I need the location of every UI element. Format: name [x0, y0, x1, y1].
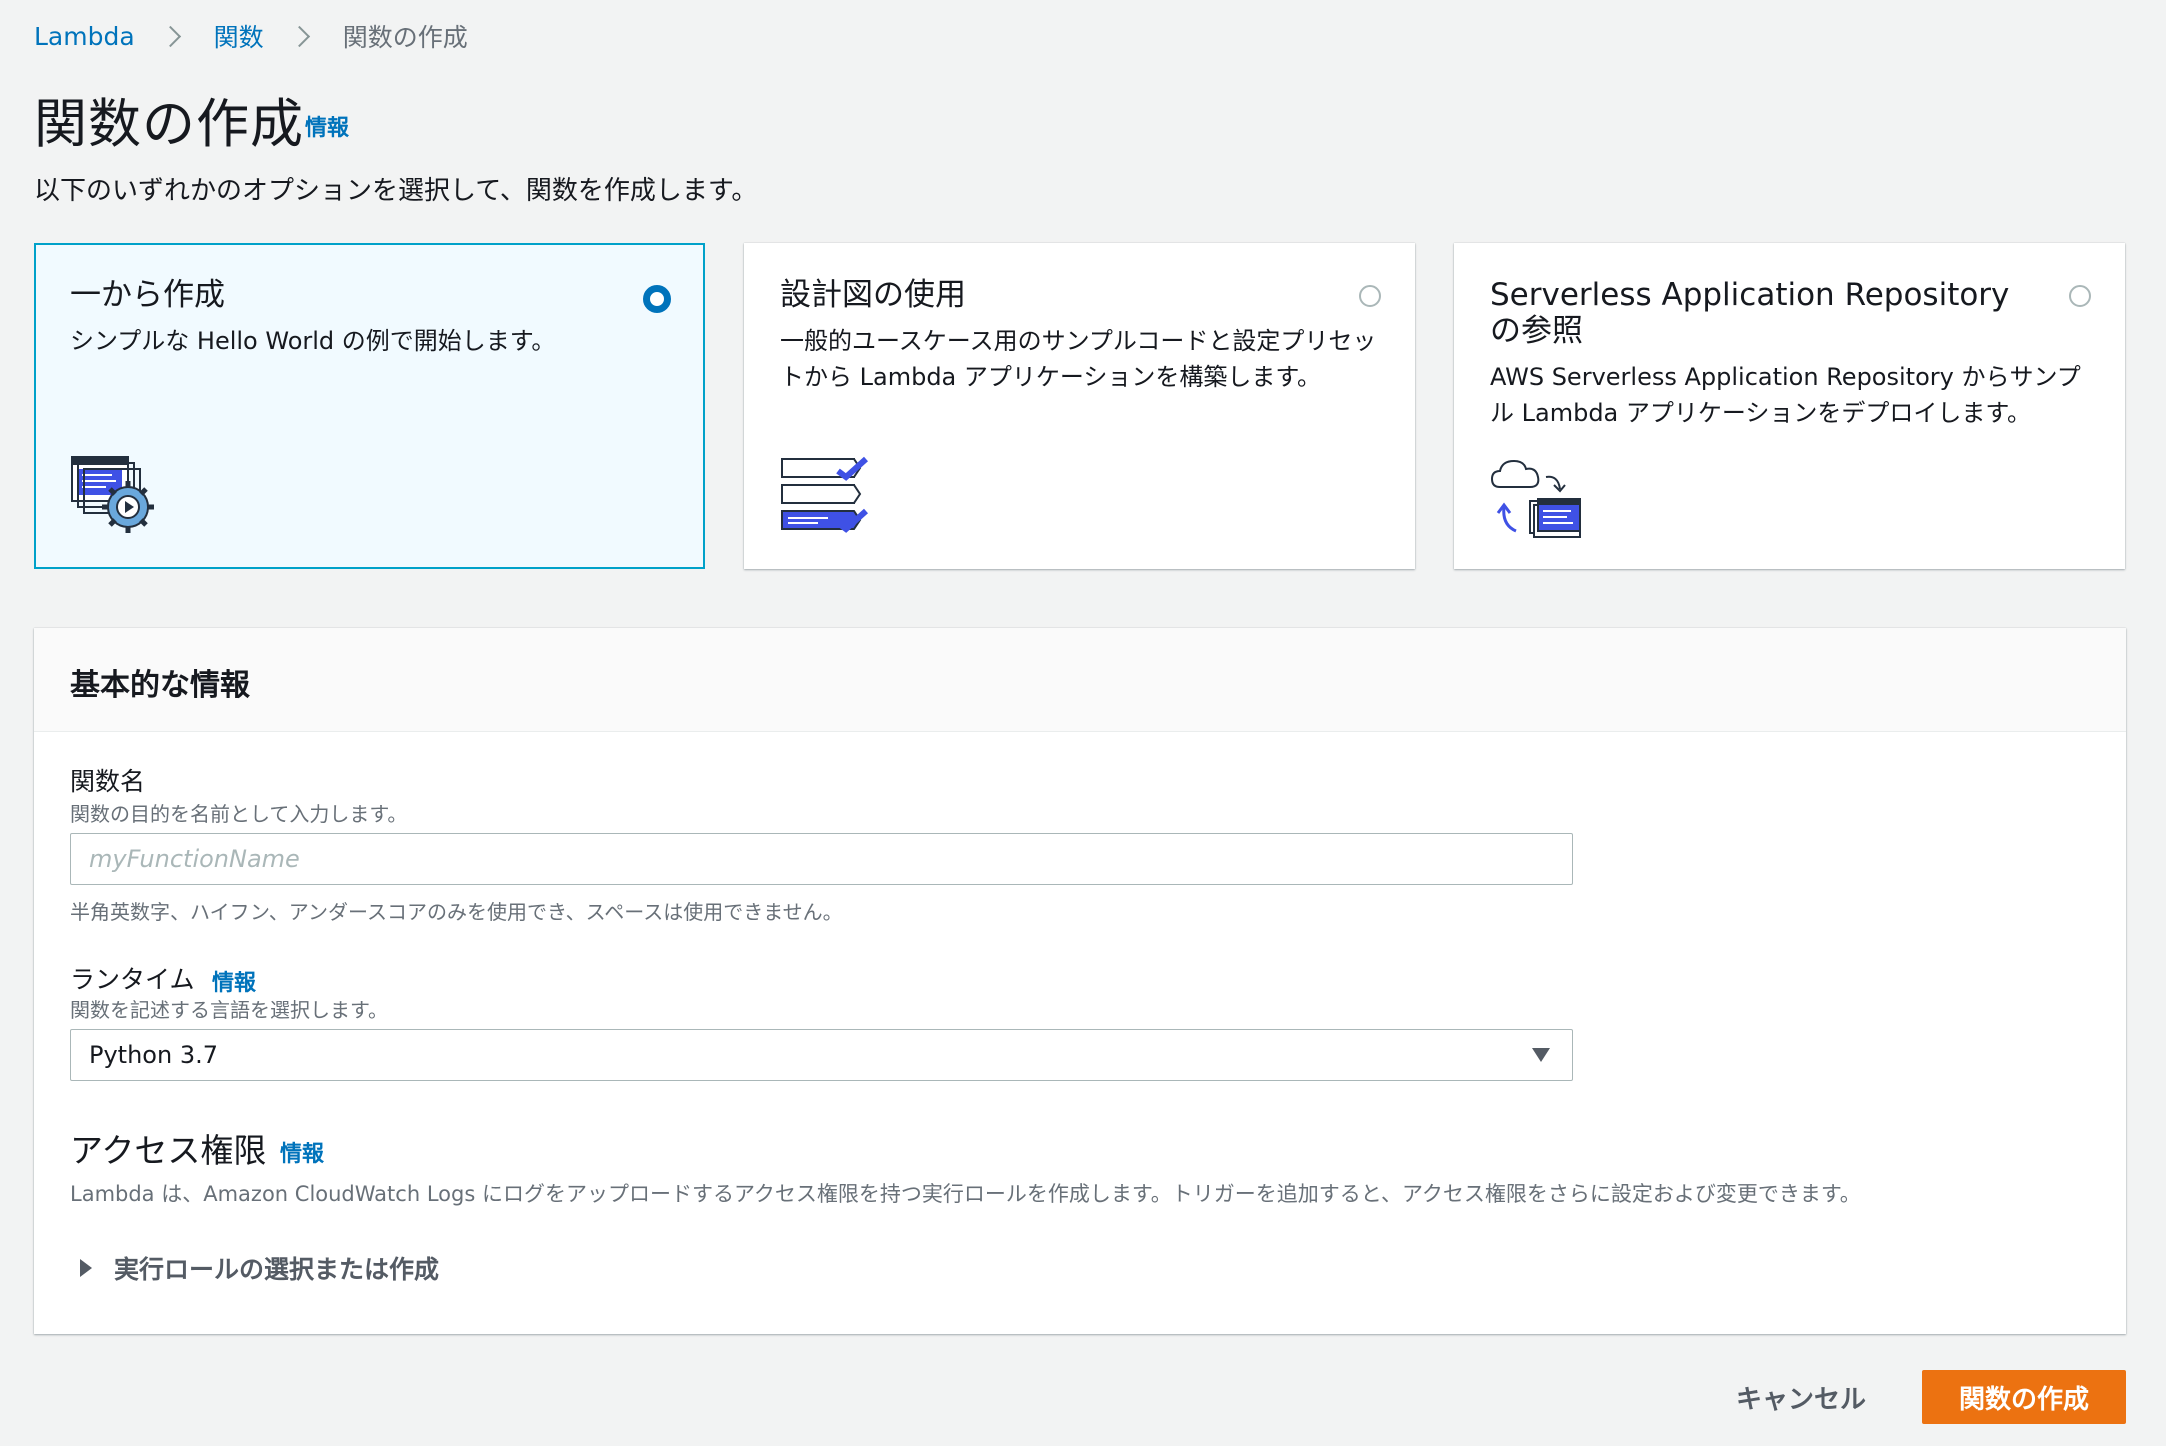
option-card-blueprint[interactable]: 設計図の使用 一般的ユースケース用のサンプルコードと設定プリセットから Lamb… [744, 243, 1415, 569]
permissions-title: アクセス権限 [70, 1131, 267, 1170]
runtime-info-link[interactable]: 情報 [212, 965, 256, 997]
runtime-selected-value: Python 3.7 [89, 1041, 218, 1069]
function-name-input[interactable] [70, 833, 1573, 885]
permissions-info-link[interactable]: 情報 [280, 1136, 324, 1168]
option-description: シンプルな Hello World の例で開始します。 [70, 327, 556, 355]
panel-title: 基本的な情報 [70, 668, 250, 703]
function-name-constraint: 半角英数字、ハイフン、アンダースコアのみを使用でき、スペースは使用できません。 [70, 900, 843, 924]
breadcrumb-lambda[interactable]: Lambda [34, 22, 135, 51]
execution-role-label: 実行ロールの選択または作成 [114, 1255, 440, 1284]
option-radio-serverless-repo[interactable] [2069, 285, 2091, 307]
option-card-serverless-repo[interactable]: Serverless Application Repository の参照 AW… [1454, 243, 2125, 569]
create-function-button[interactable]: 関数の作成 [1922, 1370, 2126, 1424]
title-info-link[interactable]: 情報 [305, 110, 349, 142]
option-title: Serverless Application Repository の参照 [1490, 277, 2010, 349]
blueprint-checklist-icon [780, 455, 870, 543]
option-description: AWS Serverless Application Repository から… [1490, 363, 2081, 427]
author-from-scratch-icon [70, 455, 160, 543]
breadcrumb-current: 関数の作成 [342, 23, 468, 52]
caret-down-icon [1532, 1048, 1550, 1062]
chevron-right-icon [159, 25, 181, 47]
permissions-description: Lambda は、Amazon CloudWatch Logs にログをアップロ… [70, 1182, 1861, 1206]
runtime-hint: 関数を記述する言語を選択します。 [70, 998, 388, 1022]
option-radio-blueprint[interactable] [1359, 285, 1381, 307]
cancel-button[interactable]: キャンセル [1710, 1370, 1892, 1424]
caret-right-icon [80, 1259, 92, 1277]
runtime-select[interactable]: Python 3.7 [70, 1029, 1573, 1081]
cloud-deploy-icon [1490, 455, 1586, 543]
option-radio-author-from-scratch[interactable] [643, 285, 671, 313]
function-name-hint: 関数の目的を名前として入力します。 [70, 802, 408, 826]
page-title: 関数の作成 [34, 94, 304, 155]
execution-role-expander[interactable]: 実行ロールの選択または作成 [80, 1250, 439, 1286]
option-description: 一般的ユースケース用のサンプルコードと設定プリセットから Lambda アプリケ… [780, 327, 1377, 391]
chevron-right-icon [288, 25, 310, 47]
option-title: 一から作成 [70, 277, 225, 313]
breadcrumb: Lambda 関数 関数の作成 [34, 18, 468, 54]
breadcrumb-functions[interactable]: 関数 [214, 18, 264, 54]
panel-header: 基本的な情報 [34, 628, 2126, 732]
runtime-label: ランタイム [70, 965, 195, 994]
function-name-label: 関数名 [70, 767, 146, 796]
page-description: 以下のいずれかのオプションを選択して、関数を作成します。 [34, 176, 758, 206]
option-card-author-from-scratch[interactable]: 一から作成 シンプルな Hello World の例で開始します。 [34, 243, 705, 569]
option-title: 設計図の使用 [780, 277, 966, 313]
basic-info-panel: 基本的な情報 関数名 関数の目的を名前として入力します。 半角英数字、ハイフン、… [34, 628, 2126, 1334]
